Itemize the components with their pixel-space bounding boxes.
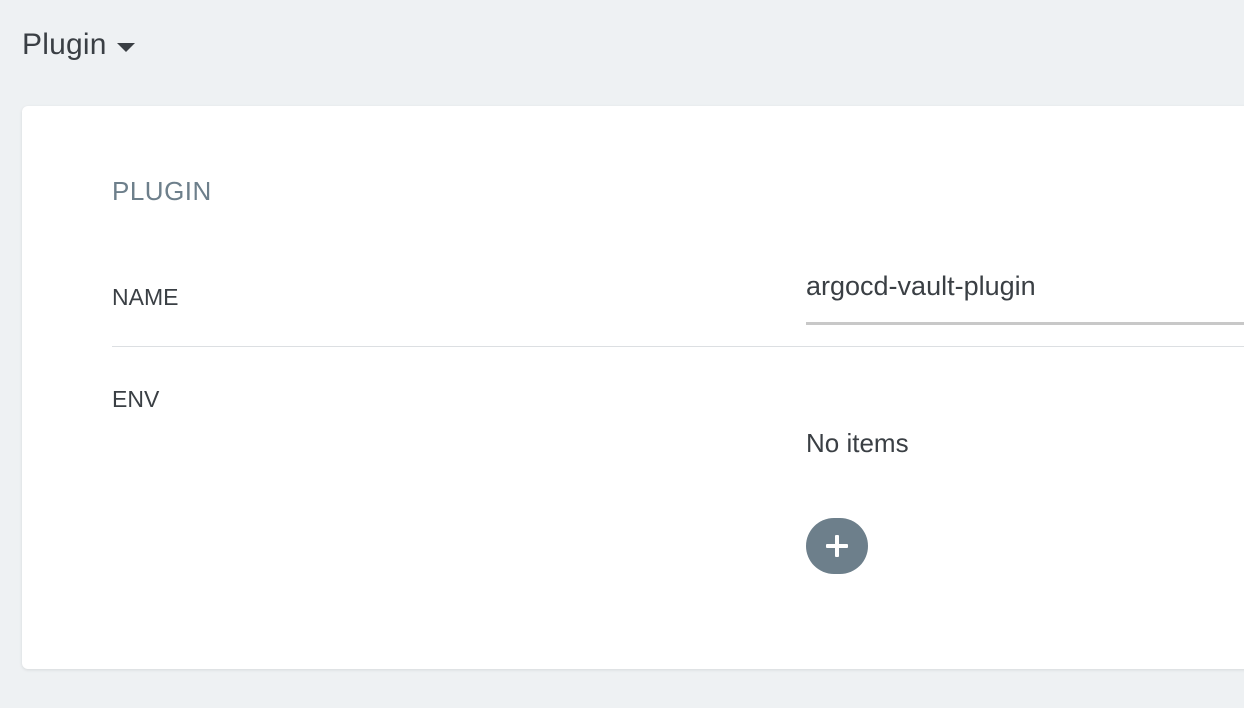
section-title: Plugin xyxy=(22,28,107,61)
name-label: NAME xyxy=(112,284,179,310)
plus-icon xyxy=(826,535,848,557)
plugin-card: PLUGIN NAME ENV No items xyxy=(22,106,1244,669)
env-label: ENV xyxy=(112,386,160,412)
env-empty-text: No items xyxy=(806,428,909,458)
name-input[interactable] xyxy=(806,258,1244,325)
card-heading: PLUGIN xyxy=(112,176,212,206)
caret-down-icon[interactable] xyxy=(116,42,135,52)
divider xyxy=(112,346,1244,347)
section-header-plugin[interactable]: Plugin xyxy=(22,28,135,62)
add-env-button[interactable] xyxy=(806,518,868,574)
